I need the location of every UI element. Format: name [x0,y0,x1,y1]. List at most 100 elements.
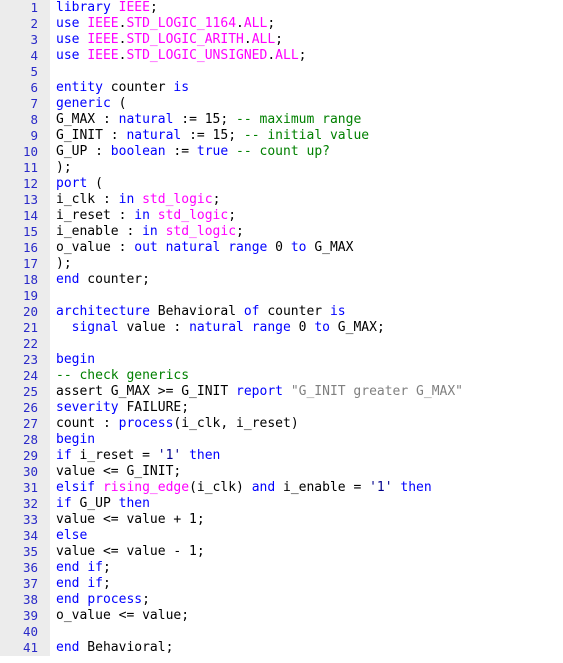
code-line[interactable]: 37 end if; [0,576,563,592]
code-line-text[interactable] [50,624,563,640]
code-line[interactable]: 24 -- check generics [0,368,563,384]
code-line-text[interactable]: count : process(i_clk, i_reset) [50,416,563,432]
code-line-text[interactable]: i_enable : in std_logic; [50,224,563,240]
code-line-text[interactable]: i_reset : in std_logic; [50,208,563,224]
code-line[interactable]: 9 G_INIT : natural := 15; -- initial valu… [0,128,563,144]
code-line[interactable]: 38 end process; [0,592,563,608]
code-line-text[interactable]: begin [50,352,563,368]
code-line-text[interactable] [50,288,563,304]
code-line[interactable]: 26 severity FAILURE; [0,400,563,416]
token-pln: value <= value + 1; [56,512,205,527]
code-line[interactable]: 27 count : process(i_clk, i_reset) [0,416,563,432]
code-line-text[interactable]: o_value <= value; [50,608,563,624]
code-line-text[interactable]: use IEEE.STD_LOGIC_UNSIGNED.ALL; [50,48,563,64]
code-line[interactable]: 10 G_UP : boolean := true -- count up? [0,144,563,160]
code-line-text[interactable]: ); [50,160,563,176]
token-lib: ALL [251,32,276,47]
code-line[interactable]: 29 if i_reset = '1' then [0,448,563,464]
token-pln: i_enable : [56,224,143,239]
code-line-text[interactable]: else [50,528,563,544]
code-line[interactable]: 19 [0,288,563,304]
code-editor[interactable]: 1 library IEEE; 2 use IEEE.STD_LOGIC_1164.A… [0,0,563,663]
code-line[interactable]: 35 value <= value - 1; [0,544,563,560]
code-line[interactable]: 2 use IEEE.STD_LOGIC_1164.ALL; [0,16,563,32]
code-line-text[interactable]: G_MAX : natural := 15; -- maximum range [50,112,563,128]
code-line[interactable]: 20 architecture Behavioral of counter is [0,304,563,320]
token-kw: in [134,208,150,223]
code-line-text[interactable]: end if; [50,576,563,592]
code-line[interactable]: 6 entity counter is [0,80,563,96]
code-line[interactable]: 1 library IEEE; [0,0,563,16]
code-line-text[interactable]: architecture Behavioral of counter is [50,304,563,320]
code-line-text[interactable]: G_UP : boolean := true -- count up? [50,144,563,160]
code-line[interactable]: 12 port ( [0,176,563,192]
token-kw: if [87,560,103,575]
code-line[interactable]: 30 value <= G_INIT; [0,464,563,480]
line-number: 21 [0,320,44,336]
line-number: 1 [0,0,44,16]
token-cmt: -- maximum range [236,112,362,127]
code-line[interactable]: 18 end counter; [0,272,563,288]
code-line[interactable]: 22 [0,336,563,352]
code-line[interactable]: 11); [0,160,563,176]
token-kw: to [290,240,307,255]
code-line[interactable]: 31 elsif rising_edge(i_clk) and i_enable … [0,480,563,496]
code-line[interactable]: 34 else [0,528,563,544]
code-line-text[interactable]: value <= G_INIT; [50,464,563,480]
code-line[interactable]: 28 begin [0,432,563,448]
code-line-text[interactable]: severity FAILURE; [50,400,563,416]
code-line[interactable]: 14 i_reset : in std_logic; [0,208,563,224]
code-line-text[interactable]: if i_reset = '1' then [50,448,563,464]
token-kw: and [251,480,276,495]
token-lib: IEEE [87,48,119,63]
code-line-text[interactable]: i_clk : in std_logic; [50,192,563,208]
code-line-text[interactable]: -- check generics [50,368,563,384]
code-line[interactable]: 4 use IEEE.STD_LOGIC_UNSIGNED.ALL; [0,48,563,64]
code-line[interactable]: 33 value <= value + 1; [0,512,563,528]
token-pln: i_reset = [71,448,158,463]
code-line[interactable]: 16 o_value : out natural range 0 to G_MAX [0,240,563,256]
code-line[interactable]: 8 G_MAX : natural := 15; -- maximum range [0,112,563,128]
code-lines-container[interactable]: 1 library IEEE; 2 use IEEE.STD_LOGIC_1164.A… [0,0,563,656]
code-line-text[interactable]: G_INIT : natural := 15; -- initial value [50,128,563,144]
code-line-text[interactable]: end if; [50,560,563,576]
code-line[interactable]: 36 end if; [0,560,563,576]
code-line-text[interactable]: if G_UP then [50,496,563,512]
code-line-text[interactable]: library IEEE; [50,0,563,16]
code-line[interactable]: 5 [0,64,563,80]
token-lib: IEEE [87,32,119,47]
line-number: 24 [0,368,44,384]
code-line[interactable]: 7 generic ( [0,96,563,112]
code-line[interactable]: 41 end Behavioral; [0,640,563,656]
code-line-text[interactable]: begin [50,432,563,448]
code-line[interactable]: 40 [0,624,563,640]
code-line-text[interactable] [50,64,563,80]
token-pln: := [165,144,197,159]
code-line-text[interactable]: entity counter is [50,80,563,96]
code-line-text[interactable]: use IEEE.STD_LOGIC_ARITH.ALL; [50,32,563,48]
code-line-text[interactable]: o_value : out natural range 0 to G_MAX [50,240,563,256]
code-line-text[interactable]: signal value : natural range 0 to G_MAX; [50,320,563,336]
code-line-text[interactable]: generic ( [50,96,563,112]
code-line[interactable]: 39 o_value <= value; [0,608,563,624]
code-line[interactable]: 15 i_enable : in std_logic; [0,224,563,240]
code-line-text[interactable]: end counter; [50,272,563,288]
code-line-text[interactable]: use IEEE.STD_LOGIC_1164.ALL; [50,16,563,32]
code-line[interactable]: 21 signal value : natural range 0 to G_M… [0,320,563,336]
code-line-text[interactable]: end process; [50,592,563,608]
code-line-text[interactable]: port ( [50,176,563,192]
code-line[interactable]: 32 if G_UP then [0,496,563,512]
code-line-text[interactable]: elsif rising_edge(i_clk) and i_enable = … [50,480,563,496]
code-line-text[interactable] [50,336,563,352]
code-line-text[interactable]: value <= value + 1; [50,512,563,528]
code-line[interactable]: 25 assert G_MAX >= G_INIT report "G_INIT … [0,384,563,400]
code-line-text[interactable]: assert G_MAX >= G_INIT report "G_INIT gr… [50,384,563,400]
code-line[interactable]: 17); [0,256,563,272]
code-line-text[interactable]: value <= value - 1; [50,544,563,560]
token-pln: 0 [290,320,315,335]
code-line-text[interactable]: end Behavioral; [50,640,563,656]
code-line-text[interactable]: ); [50,256,563,272]
code-line[interactable]: 23 begin [0,352,563,368]
code-line[interactable]: 13 i_clk : in std_logic; [0,192,563,208]
code-line[interactable]: 3 use IEEE.STD_LOGIC_ARITH.ALL; [0,32,563,48]
